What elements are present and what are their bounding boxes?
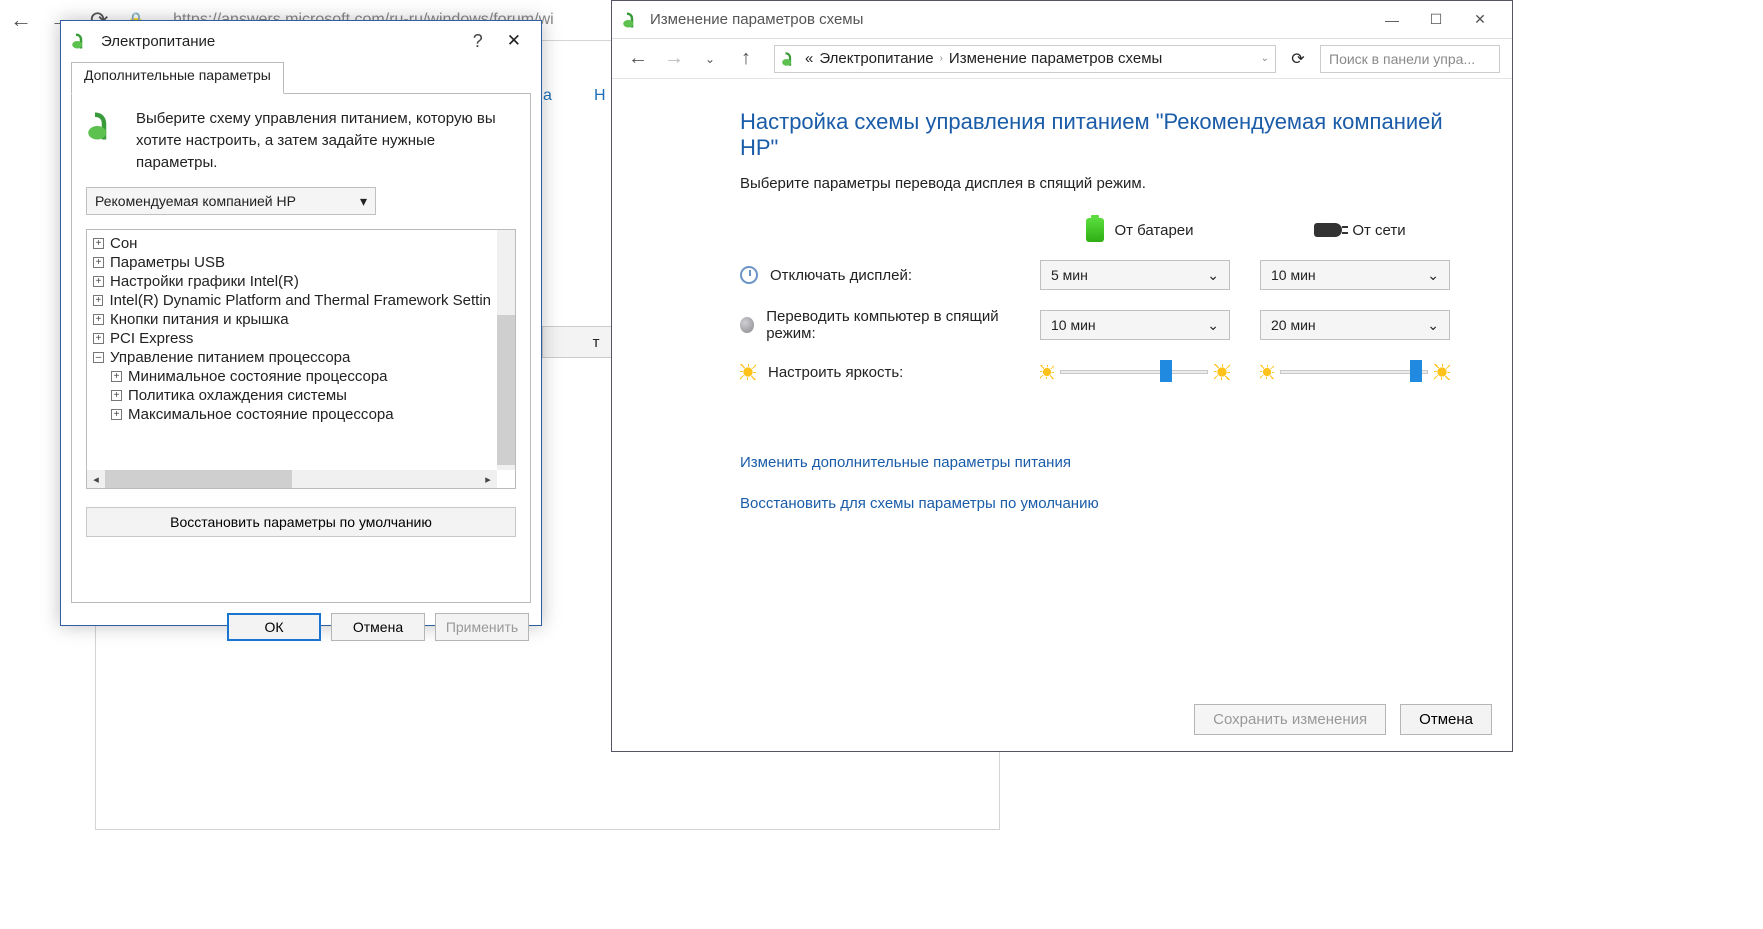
power-icon bbox=[781, 50, 799, 68]
bg-tab-1[interactable]: а bbox=[543, 87, 552, 105]
tab-body: Выберите схему управления питанием, кото… bbox=[71, 93, 531, 603]
sleep-battery-select[interactable]: 10 мин⌄ bbox=[1040, 310, 1230, 340]
breadcrumb[interactable]: « Электропитание › Изменение параметров … bbox=[774, 45, 1276, 73]
display-off-icon bbox=[740, 266, 758, 284]
tree-item-proc-max[interactable]: +Максимальное состояние процессора bbox=[93, 405, 491, 424]
chevron-down-icon: ⌄ bbox=[1427, 267, 1439, 284]
bg-tab-2[interactable]: Н bbox=[594, 87, 606, 105]
tree-item-intel-dptf[interactable]: +Intel(R) Dynamic Platform and Thermal F… bbox=[93, 291, 491, 310]
scroll-right-icon[interactable]: ▸ bbox=[479, 470, 497, 488]
close-button[interactable]: ✕ bbox=[497, 31, 531, 51]
minimize-button[interactable]: — bbox=[1370, 12, 1414, 28]
tree-item-processor[interactable]: –Управление питанием процессора bbox=[93, 348, 491, 367]
tab-row: Дополнительные параметры bbox=[61, 61, 541, 93]
nav-back-icon[interactable]: ← bbox=[624, 47, 652, 70]
chevron-down-icon: ⌄ bbox=[1427, 317, 1439, 334]
settings-tree[interactable]: +Сон +Параметры USB +Настройки графики I… bbox=[86, 229, 516, 489]
scheme-combobox[interactable]: Рекомендуемая компанией HP ▾ bbox=[86, 187, 376, 215]
battery-icon bbox=[1086, 218, 1104, 242]
refresh-button[interactable]: ⟳ bbox=[1284, 49, 1312, 69]
ok-button[interactable]: ОК bbox=[227, 613, 321, 641]
tab-advanced[interactable]: Дополнительные параметры bbox=[71, 62, 284, 94]
restore-defaults-button[interactable]: Восстановить параметры по умолчанию bbox=[86, 507, 516, 537]
breadcrumb-item-a[interactable]: Электропитание bbox=[819, 50, 933, 67]
nav-forward-icon: → bbox=[660, 47, 688, 70]
row-display-off: Отключать дисплей: bbox=[740, 266, 1020, 284]
display-battery-select[interactable]: 5 мин⌄ bbox=[1040, 260, 1230, 290]
tree-hscroll[interactable]: ◂ ▸ bbox=[87, 470, 497, 488]
chevron-right-icon: › bbox=[940, 53, 943, 64]
nav-toolbar: ← → ⌄ ↑ « Электропитание › Изменение пар… bbox=[612, 39, 1512, 79]
scroll-left-icon[interactable]: ◂ bbox=[87, 470, 105, 488]
dialog-titlebar: Электропитание ? ✕ bbox=[61, 21, 541, 61]
chevron-down-icon: ⌄ bbox=[1207, 317, 1219, 334]
maximize-button[interactable]: ☐ bbox=[1414, 11, 1458, 28]
nav-recent-icon[interactable]: ⌄ bbox=[696, 52, 724, 66]
tree-item-proc-min[interactable]: +Минимальное состояние процессора bbox=[93, 367, 491, 386]
tree-item-usb[interactable]: +Параметры USB bbox=[93, 253, 491, 272]
plug-icon bbox=[1314, 223, 1342, 237]
brightness-icon bbox=[740, 364, 756, 380]
tree-item-sleep[interactable]: +Сон bbox=[93, 234, 491, 253]
tree-item-intel-graphics[interactable]: +Настройки графики Intel(R) bbox=[93, 272, 491, 291]
cancel-button[interactable]: Отмена bbox=[331, 613, 425, 641]
chevron-down-icon: ⌄ bbox=[1207, 267, 1219, 284]
power-icon bbox=[71, 31, 91, 51]
brightness-battery-slider[interactable] bbox=[1040, 360, 1230, 384]
window-title: Изменение параметров схемы bbox=[650, 11, 1370, 28]
sleep-ac-select[interactable]: 20 мин⌄ bbox=[1260, 310, 1450, 340]
cancel-button[interactable]: Отмена bbox=[1400, 704, 1492, 735]
power-icon bbox=[86, 108, 122, 144]
dialog-description: Выберите схему управления питанием, кото… bbox=[136, 108, 516, 173]
column-ac: От сети bbox=[1260, 222, 1460, 239]
tree-item-cooling-policy[interactable]: +Политика охлаждения системы bbox=[93, 386, 491, 405]
nav-up-icon[interactable]: ↑ bbox=[732, 47, 760, 70]
dialog-title: Электропитание bbox=[101, 33, 459, 50]
edit-plan-window: Изменение параметров схемы — ☐ ✕ ← → ⌄ ↑… bbox=[611, 0, 1513, 752]
search-input[interactable]: Поиск в панели упра... bbox=[1320, 45, 1500, 73]
apply-button[interactable]: Применить bbox=[435, 613, 529, 641]
row-brightness: Настроить яркость: bbox=[740, 364, 1020, 381]
window-titlebar: Изменение параметров схемы — ☐ ✕ bbox=[612, 1, 1512, 39]
sun-dim-icon bbox=[1040, 365, 1054, 379]
chevron-down-icon[interactable]: ⌄ bbox=[1261, 53, 1269, 64]
page-title: Настройка схемы управления питанием "Рек… bbox=[740, 109, 1462, 161]
slider-handle[interactable] bbox=[1410, 360, 1422, 382]
save-button[interactable]: Сохранить изменения bbox=[1194, 704, 1386, 735]
column-battery: От батареи bbox=[1040, 218, 1240, 242]
sun-dim-icon bbox=[1260, 365, 1274, 379]
back-icon[interactable]: ← bbox=[10, 7, 32, 33]
breadcrumb-prev-icon[interactable]: « bbox=[805, 50, 813, 67]
link-restore-defaults[interactable]: Восстановить для схемы параметры по умол… bbox=[740, 495, 1462, 512]
sun-bright-icon bbox=[1214, 364, 1230, 380]
sleep-icon bbox=[740, 317, 754, 333]
breadcrumb-item-b[interactable]: Изменение параметров схемы bbox=[949, 50, 1162, 67]
row-sleep: Переводить компьютер в спящий режим: bbox=[740, 308, 1020, 342]
page-subtitle: Выберите параметры перевода дисплея в сп… bbox=[740, 175, 1462, 192]
close-button[interactable]: ✕ bbox=[1458, 11, 1502, 28]
brightness-ac-slider[interactable] bbox=[1260, 360, 1450, 384]
tree-item-buttons-lid[interactable]: +Кнопки питания и крышка bbox=[93, 310, 491, 329]
tree-vscroll[interactable] bbox=[497, 230, 515, 470]
chevron-down-icon: ▾ bbox=[360, 193, 367, 210]
link-advanced-settings[interactable]: Изменить дополнительные параметры питани… bbox=[740, 454, 1462, 471]
sun-bright-icon bbox=[1434, 364, 1450, 380]
scheme-selected: Рекомендуемая компанией HP bbox=[95, 193, 296, 209]
power-options-dialog: Электропитание ? ✕ Дополнительные параме… bbox=[60, 20, 542, 626]
help-button[interactable]: ? bbox=[459, 31, 497, 52]
tree-item-pci-express[interactable]: +PCI Express bbox=[93, 329, 491, 348]
display-ac-select[interactable]: 10 мин⌄ bbox=[1260, 260, 1450, 290]
power-icon bbox=[622, 10, 642, 30]
slider-handle[interactable] bbox=[1160, 360, 1172, 382]
